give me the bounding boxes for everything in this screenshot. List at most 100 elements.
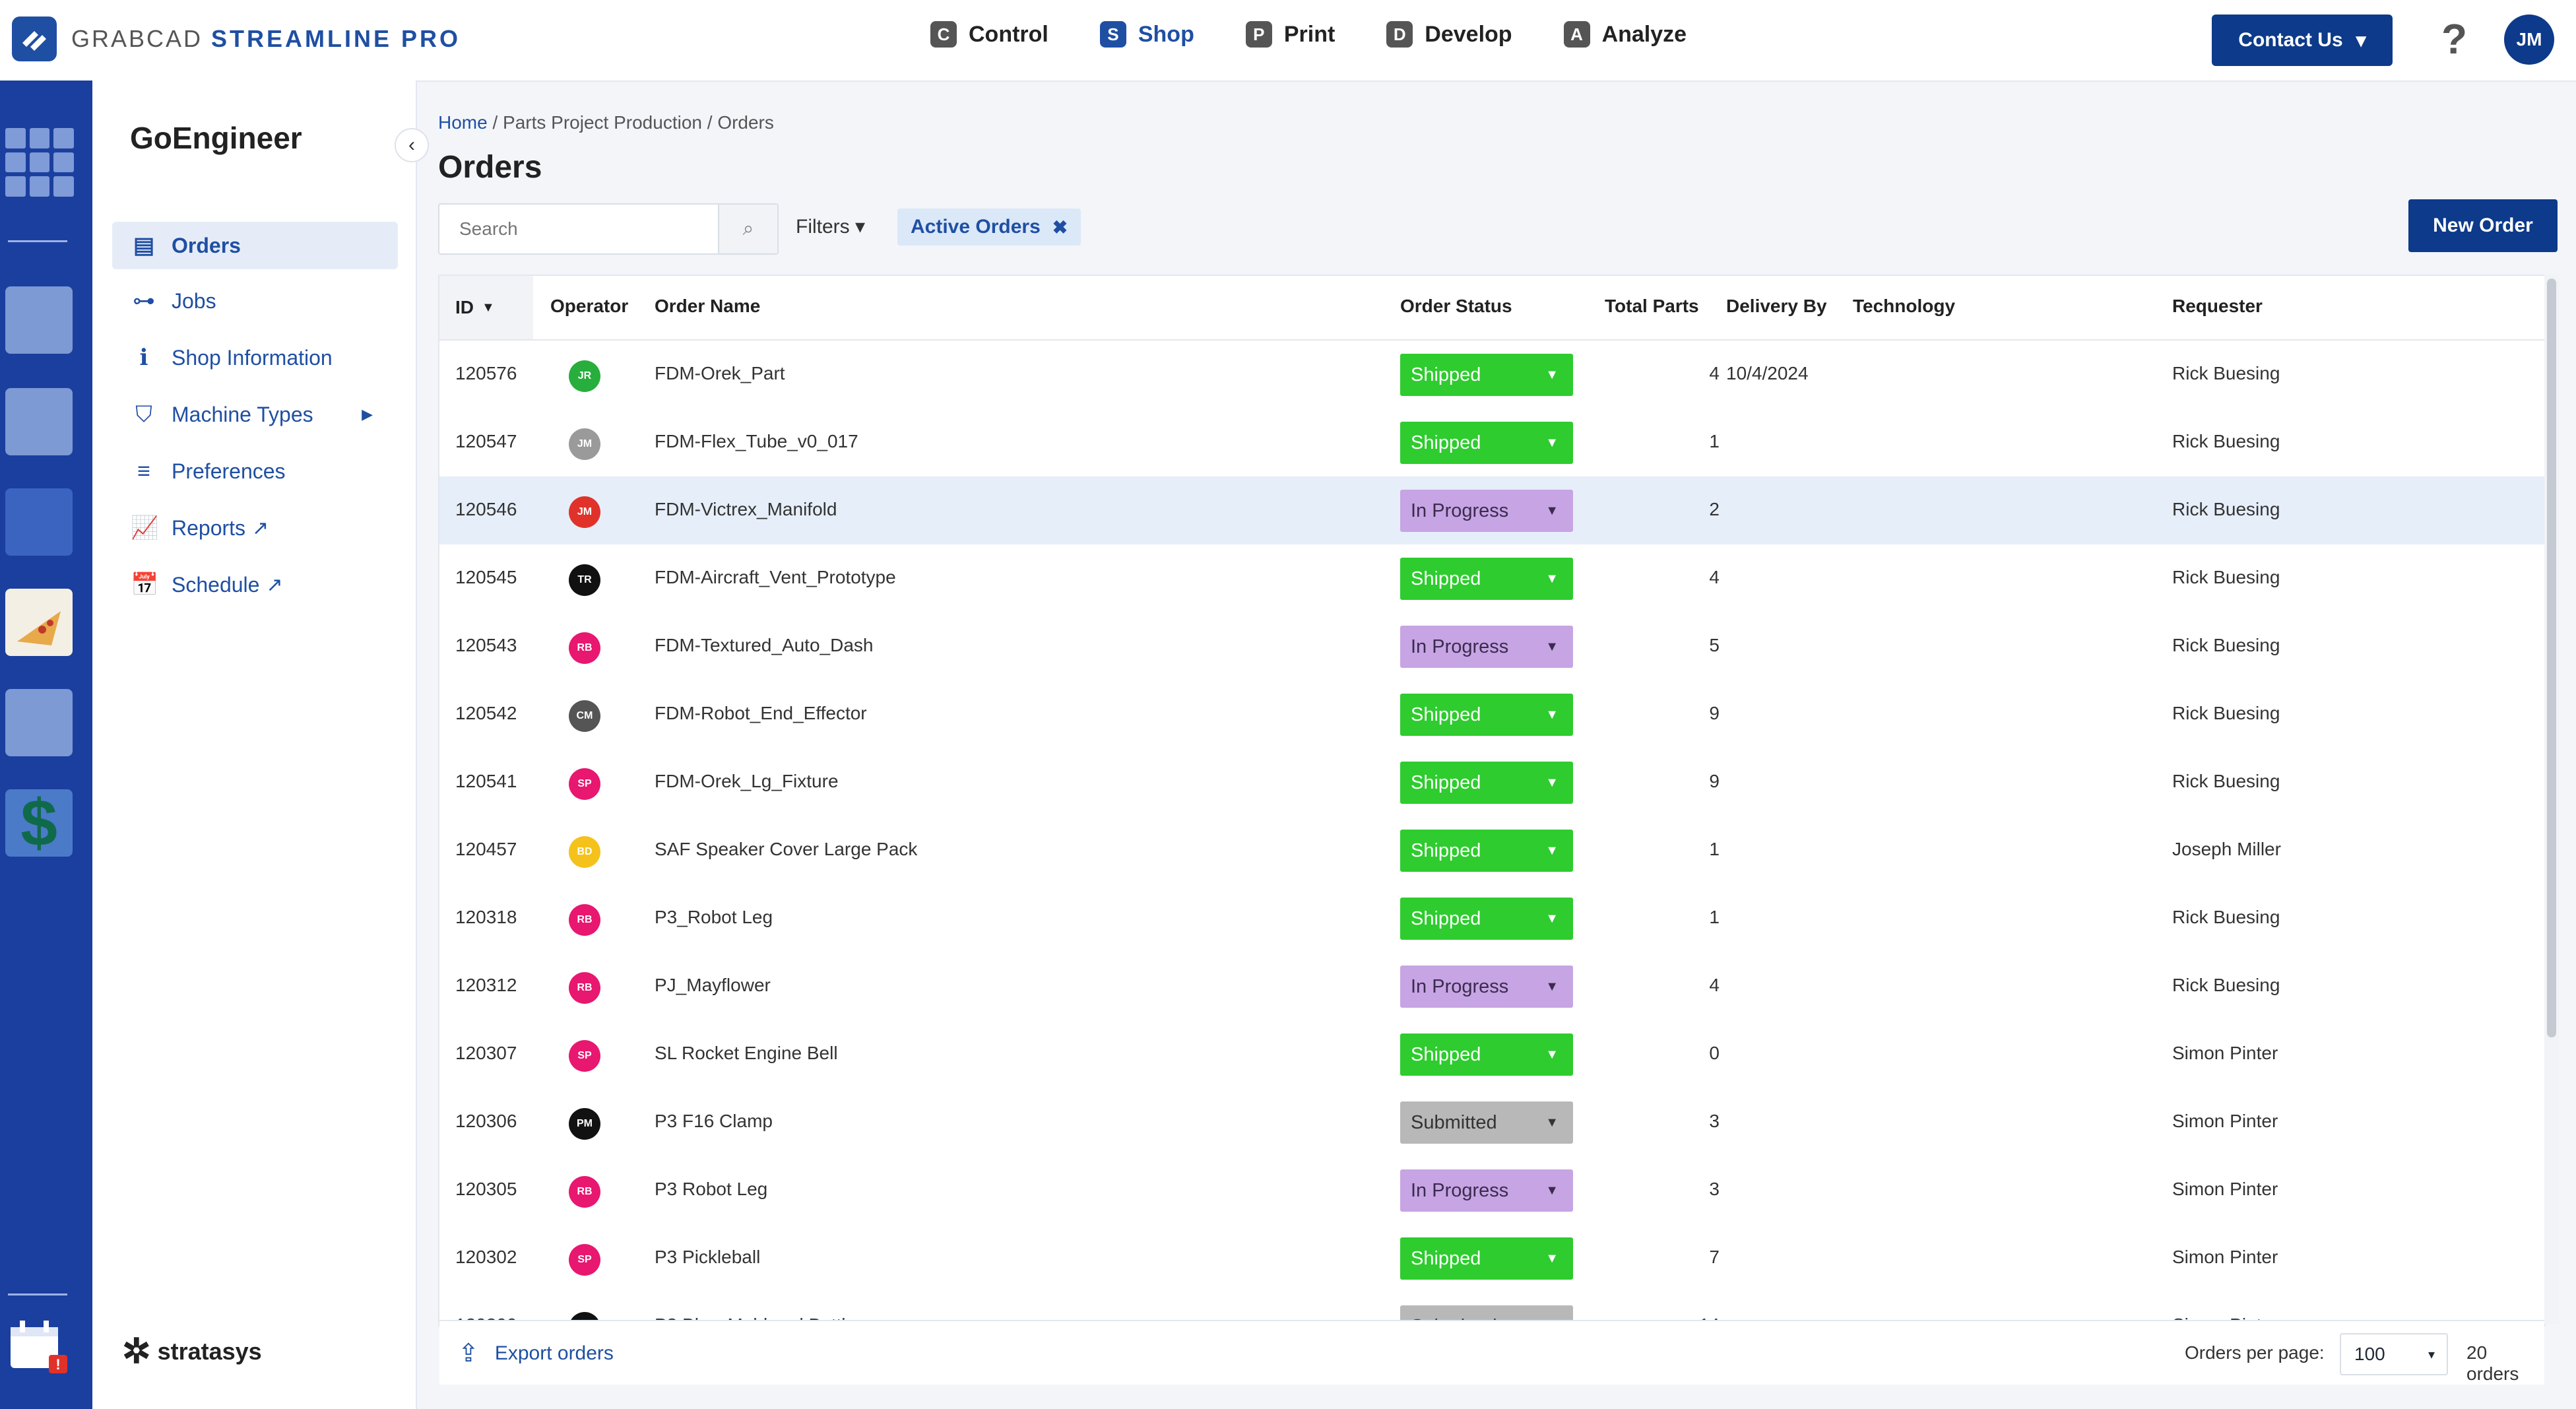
order-status-dropdown[interactable]: Shipped ▼ bbox=[1400, 354, 1573, 396]
operator-avatar[interactable]: TR bbox=[569, 564, 600, 596]
project-thumbnail[interactable] bbox=[5, 286, 73, 354]
filters-dropdown[interactable]: Filters ▾ bbox=[796, 215, 865, 238]
search-input[interactable] bbox=[458, 218, 711, 240]
order-id[interactable]: 120542 bbox=[455, 703, 517, 724]
project-thumbnail[interactable] bbox=[5, 488, 73, 556]
new-order-button[interactable]: New Order bbox=[2408, 199, 2558, 252]
order-id[interactable]: 120457 bbox=[455, 839, 517, 860]
table-row[interactable]: 120546 JM FDM-Victrex_Manifold In Progress ▼… bbox=[439, 476, 2544, 546]
active-filter-chip[interactable]: Active Orders ✖ bbox=[897, 209, 1081, 246]
per-page-select[interactable]: 100 ▾ bbox=[2340, 1333, 2448, 1375]
project-thumbnail[interactable] bbox=[5, 689, 73, 756]
operator-avatar[interactable]: SP bbox=[569, 1040, 600, 1072]
table-row[interactable]: 120300 P3 Blow Mold and Bottle Submitted▼ 1… bbox=[439, 1292, 2544, 1320]
order-name[interactable]: P3 Pickleball bbox=[655, 1247, 760, 1268]
order-id[interactable]: 120307 bbox=[455, 1043, 517, 1064]
table-scrollbar[interactable] bbox=[2544, 275, 2559, 1324]
sidebar-item-shop-information[interactable]: ℹ Shop Information bbox=[112, 334, 398, 381]
order-name[interactable]: FDM-Aircraft_Vent_Prototype bbox=[655, 567, 896, 588]
order-id[interactable]: 120306 bbox=[455, 1111, 517, 1132]
table-row[interactable]: 120307 SP SL Rocket Engine Bell Shipped ▼ 0 Si… bbox=[439, 1020, 2544, 1090]
dollar-icon[interactable]: $ bbox=[5, 786, 73, 860]
operator-avatar[interactable]: PM bbox=[569, 1108, 600, 1140]
order-name[interactable]: FDM-Orek_Lg_Fixture bbox=[655, 771, 839, 792]
order-status-dropdown[interactable]: Shipped ▼ bbox=[1400, 898, 1573, 940]
order-status-dropdown[interactable]: In Progress ▼ bbox=[1400, 966, 1573, 1008]
column-header-total-parts[interactable]: Total Parts bbox=[1605, 296, 1699, 317]
order-id[interactable]: 120541 bbox=[455, 771, 517, 792]
operator-avatar[interactable]: RB bbox=[569, 972, 600, 1004]
table-row[interactable]: 120457 BD SAF Speaker Cover Large Pack Ship… bbox=[439, 816, 2544, 886]
column-header-technology[interactable]: Technology bbox=[1853, 296, 1955, 317]
column-header-requester[interactable]: Requester bbox=[2172, 296, 2263, 317]
order-status-dropdown[interactable]: Shipped ▼ bbox=[1400, 830, 1573, 872]
column-header-order-name[interactable]: Order Name bbox=[655, 296, 760, 317]
order-id[interactable]: 120545 bbox=[455, 567, 517, 588]
column-header-order-status[interactable]: Order Status bbox=[1400, 296, 1512, 317]
order-id[interactable]: 120318 bbox=[455, 907, 517, 928]
order-status-dropdown[interactable]: Shipped ▼ bbox=[1400, 422, 1573, 464]
order-name[interactable]: P3_Robot Leg bbox=[655, 907, 773, 928]
sidebar-item-machine-types[interactable]: ⛉ Machine Types ▶ bbox=[112, 391, 398, 438]
apps-grid-icon[interactable] bbox=[5, 128, 74, 197]
table-row[interactable]: 120305 RB P3 Robot Leg In Progress ▼ 3 Simon P… bbox=[439, 1156, 2544, 1226]
column-header-id[interactable]: ID ▼ bbox=[439, 276, 533, 339]
nav-shop[interactable]: S Shop bbox=[1099, 21, 1194, 48]
table-row[interactable]: 120545 TR FDM-Aircraft_Vent_Prototype Shipp… bbox=[439, 544, 2544, 614]
order-name[interactable]: SAF Speaker Cover Large Pack bbox=[655, 839, 917, 860]
remove-filter-icon[interactable]: ✖ bbox=[1052, 216, 1068, 238]
order-name[interactable]: P3 Robot Leg bbox=[655, 1179, 767, 1200]
table-row[interactable]: 120576 JR FDM-Orek_Part Shipped ▼ 4 10/4/2024 R… bbox=[439, 341, 2544, 410]
scrollbar-thumb[interactable] bbox=[2547, 279, 2556, 1037]
order-status-dropdown[interactable]: Shipped ▼ bbox=[1400, 762, 1573, 804]
app-logo[interactable]: GRABCAD STREAMLINE PRO bbox=[12, 16, 461, 61]
nav-develop[interactable]: D Develop bbox=[1386, 21, 1512, 48]
order-name[interactable]: P3 Blow Mold and Bottle bbox=[655, 1315, 856, 1320]
order-name[interactable]: P3 F16 Clamp bbox=[655, 1111, 773, 1132]
order-id[interactable]: 120312 bbox=[455, 975, 517, 996]
order-status-dropdown[interactable]: In Progress ▼ bbox=[1400, 490, 1573, 532]
operator-avatar[interactable]: RB bbox=[569, 632, 600, 664]
order-status-dropdown[interactable]: Shipped ▼ bbox=[1400, 1237, 1573, 1280]
operator-avatar[interactable]: SP bbox=[569, 768, 600, 800]
collapse-sidebar-icon[interactable]: ‹ bbox=[395, 128, 429, 162]
operator-avatar[interactable]: SP bbox=[569, 1244, 600, 1276]
search-icon[interactable]: ⌕ bbox=[718, 205, 777, 253]
sidebar-item-schedule[interactable]: 📅 Schedule ↗ bbox=[112, 561, 398, 608]
order-name[interactable]: PJ_Mayflower bbox=[655, 975, 771, 996]
project-thumbnail[interactable] bbox=[5, 388, 73, 455]
calendar-alert-icon[interactable]: ! bbox=[8, 1318, 67, 1373]
breadcrumb-project[interactable]: Parts Project Production bbox=[503, 112, 702, 133]
operator-avatar[interactable]: RB bbox=[569, 1176, 600, 1208]
sidebar-item-preferences[interactable]: ≡ Preferences bbox=[112, 447, 398, 495]
table-row[interactable]: 120547 JM FDM-Flex_Tube_v0_017 Shipped ▼ 1 Ric… bbox=[439, 409, 2544, 478]
order-status-dropdown[interactable]: Submitted▼ bbox=[1400, 1305, 1573, 1320]
order-status-dropdown[interactable]: In Progress ▼ bbox=[1400, 1169, 1573, 1212]
user-avatar[interactable]: JM bbox=[2504, 15, 2554, 65]
order-id[interactable]: 120302 bbox=[455, 1247, 517, 1268]
column-header-delivery-by[interactable]: Delivery By bbox=[1726, 296, 1827, 317]
order-status-dropdown[interactable]: Submitted▼ bbox=[1400, 1101, 1573, 1144]
table-row[interactable]: 120543 RB FDM-Textured_Auto_Dash In Progres… bbox=[439, 612, 2544, 682]
project-thumbnail[interactable] bbox=[5, 589, 73, 656]
table-row[interactable]: 120302 SP P3 Pickleball Shipped ▼ 7 Simon Pint… bbox=[439, 1224, 2544, 1294]
operator-avatar[interactable]: JM bbox=[569, 428, 600, 460]
sidebar-item-orders[interactable]: ▤ Orders bbox=[112, 222, 398, 269]
contact-us-button[interactable]: Contact Us ▾ bbox=[2212, 15, 2393, 66]
order-id[interactable]: 120547 bbox=[455, 431, 517, 452]
order-id[interactable]: 120546 bbox=[455, 499, 517, 520]
nav-print[interactable]: P Print bbox=[1245, 21, 1335, 48]
breadcrumb-home[interactable]: Home bbox=[438, 112, 488, 133]
order-name[interactable]: FDM-Victrex_Manifold bbox=[655, 499, 837, 520]
sidebar-item-reports[interactable]: 📈 Reports ↗ bbox=[112, 504, 398, 552]
nav-control[interactable]: C Control bbox=[930, 21, 1048, 48]
order-status-dropdown[interactable]: In Progress ▼ bbox=[1400, 626, 1573, 668]
table-row[interactable]: 120542 CM FDM-Robot_End_Effector Shipped ▼ 9 R… bbox=[439, 680, 2544, 750]
operator-avatar[interactable]: RB bbox=[569, 904, 600, 936]
table-row[interactable]: 120318 RB P3_Robot Leg Shipped ▼ 1 Rick Buesin… bbox=[439, 884, 2544, 954]
sidebar-item-jobs[interactable]: ⊶ Jobs bbox=[112, 277, 398, 325]
operator-avatar[interactable] bbox=[569, 1312, 600, 1320]
operator-avatar[interactable]: CM bbox=[569, 700, 600, 732]
order-name[interactable]: FDM-Orek_Part bbox=[655, 363, 785, 384]
order-name[interactable]: FDM-Textured_Auto_Dash bbox=[655, 635, 873, 656]
